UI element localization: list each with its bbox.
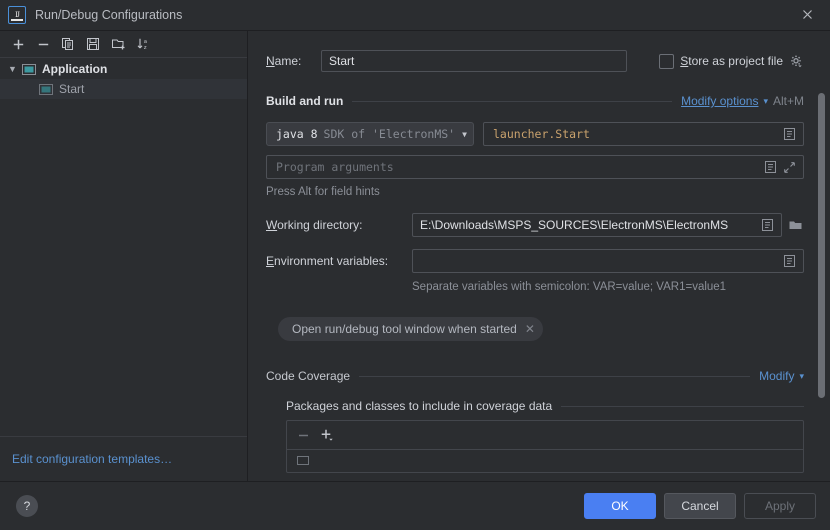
plus-icon: [13, 39, 23, 49]
coverage-packages-title: Packages and classes to include in cover…: [286, 399, 553, 413]
tree-node-label: Start: [59, 82, 85, 96]
coverage-packages-panel: [286, 420, 804, 473]
sort-configurations-button[interactable]: a z: [131, 33, 155, 55]
jdk-name: java 8: [276, 127, 318, 141]
tree-node-label: Application: [42, 62, 108, 76]
copy-configuration-button[interactable]: [56, 33, 80, 55]
environment-variables-note: Separate variables with semicolon: VAR=v…: [412, 281, 727, 293]
package-icon: [297, 455, 309, 465]
browse-folder-icon[interactable]: [788, 218, 804, 232]
alt-field-hints-text: Press Alt for field hints: [266, 186, 380, 198]
insert-macro-icon[interactable]: [783, 127, 796, 141]
working-directory-row: Working directory: E:\Downloads\MSPS_SOU…: [266, 213, 804, 237]
minus-icon: [299, 434, 308, 436]
chevron-down-icon[interactable]: ▾: [763, 96, 768, 107]
jdk-and-main-class-row: java 8 SDK of 'ElectronMS' ▼ launcher.St…: [266, 122, 804, 146]
store-as-project-file-label: Store as project file: [680, 54, 783, 68]
ok-button[interactable]: OK: [584, 493, 656, 519]
environment-variables-row: Environment variables:: [266, 249, 804, 273]
tree-node-start[interactable]: Start: [0, 79, 247, 99]
gear-icon[interactable]: [789, 54, 804, 69]
svg-text:z: z: [144, 45, 147, 51]
save-icon: [87, 38, 99, 50]
jdk-select[interactable]: java 8 SDK of 'ElectronMS' ▼: [266, 122, 474, 146]
chip-label: Open run/debug tool window when started: [292, 322, 517, 336]
code-coverage-title: Code Coverage: [266, 369, 351, 383]
working-directory-label: Working directory:: [266, 218, 363, 232]
option-chips: Open run/debug tool window when started …: [278, 317, 804, 341]
save-configuration-button[interactable]: [81, 33, 105, 55]
jdk-description: SDK of 'ElectronMS': [323, 127, 456, 141]
folder-add-icon: [111, 39, 124, 50]
working-directory-value: E:\Downloads\MSPS_SOURCES\ElectronMS\Ele…: [420, 218, 729, 232]
modify-options-link[interactable]: Modify options: [681, 94, 758, 108]
remove-package-button[interactable]: [297, 429, 310, 442]
name-row: Name: Start Store as project file: [266, 50, 804, 72]
dialog-body: a z ▼ Application Start Edit configurati…: [0, 31, 830, 481]
run-debug-configurations-dialog: IJ Run/Debug Configurations a z ▼ Applic…: [0, 0, 830, 530]
section-divider: [352, 100, 673, 102]
configuration-editor-panel: Name: Start Store as project file Build …: [248, 31, 830, 481]
working-directory-input[interactable]: E:\Downloads\MSPS_SOURCES\ElectronMS\Ele…: [412, 213, 782, 237]
plus-dropdown-icon: [321, 429, 333, 441]
insert-macro-icon[interactable]: [761, 218, 774, 232]
name-input-value: Start: [329, 54, 355, 68]
environment-variables-label: Environment variables:: [266, 254, 389, 268]
dialog-buttons: OK Cancel Apply: [584, 493, 816, 519]
help-glyph: ?: [23, 499, 31, 513]
name-label: Name:: [266, 54, 302, 68]
close-glyph: [802, 10, 812, 19]
section-divider: [359, 375, 751, 377]
edit-templates-footer: Edit configuration templates…: [0, 436, 247, 481]
sort-alphabetical-icon: a z: [137, 38, 147, 51]
build-and-run-section-header: Build and run Modify options ▾ Alt+M: [266, 94, 804, 108]
main-class-input[interactable]: launcher.Start: [483, 122, 804, 146]
copy-icon: [62, 38, 73, 50]
application-icon: [39, 83, 53, 95]
editor-scrollbar[interactable]: [818, 93, 825, 398]
title-bar: IJ Run/Debug Configurations: [0, 0, 830, 31]
configurations-toolbar: a z: [0, 31, 247, 58]
help-icon[interactable]: ?: [16, 495, 38, 517]
intellij-idea-icon: IJ: [8, 6, 26, 24]
configurations-panel: a z ▼ Application Start Edit configurati…: [0, 31, 248, 481]
application-icon: [22, 63, 36, 75]
edit-configuration-templates-link[interactable]: Edit configuration templates…: [12, 452, 172, 466]
coverage-package-row[interactable]: [287, 450, 803, 472]
main-class-value: launcher.Start: [493, 127, 590, 141]
code-coverage-section-header: Code Coverage Modify ▾: [266, 369, 804, 383]
configurations-tree: ▼ Application Start: [0, 58, 247, 436]
code-coverage-modify-link[interactable]: Modify: [759, 369, 794, 383]
apply-button[interactable]: Apply: [744, 493, 816, 519]
open-tool-window-chip[interactable]: Open run/debug tool window when started …: [278, 317, 543, 341]
chevron-down-icon[interactable]: ▾: [799, 371, 804, 382]
remove-configuration-button[interactable]: [31, 33, 55, 55]
store-as-project-file-checkbox[interactable]: [659, 53, 675, 69]
program-arguments-input[interactable]: Program arguments: [266, 155, 804, 179]
cancel-button[interactable]: Cancel: [664, 493, 736, 519]
modify-options-shortcut: Alt+M: [772, 94, 804, 108]
store-as-project-file-group: Store as project file: [659, 53, 804, 69]
name-input[interactable]: Start: [321, 50, 627, 72]
add-package-button[interactable]: [320, 428, 337, 443]
tree-node-application[interactable]: ▼ Application: [0, 59, 247, 79]
new-folder-button[interactable]: [106, 33, 130, 55]
section-divider: [561, 405, 804, 407]
window-title: Run/Debug Configurations: [35, 8, 183, 22]
environment-variables-input[interactable]: [412, 249, 804, 273]
close-icon[interactable]: [784, 0, 830, 29]
chevron-down-icon: ▼: [462, 129, 467, 139]
coverage-packages-header: Packages and classes to include in cover…: [286, 399, 804, 413]
chevron-down-icon[interactable]: ▼: [6, 64, 19, 74]
dialog-footer: ? OK Cancel Apply: [0, 481, 830, 530]
insert-macro-icon[interactable]: [783, 254, 796, 268]
minus-icon: [38, 43, 48, 45]
insert-macro-icon[interactable]: [764, 160, 777, 174]
coverage-packages-toolbar: [287, 421, 803, 450]
build-and-run-title: Build and run: [266, 94, 344, 108]
program-arguments-placeholder: Program arguments: [276, 160, 394, 174]
close-icon[interactable]: ✕: [525, 322, 535, 336]
expand-icon[interactable]: [783, 161, 796, 174]
add-configuration-button[interactable]: [6, 33, 30, 55]
